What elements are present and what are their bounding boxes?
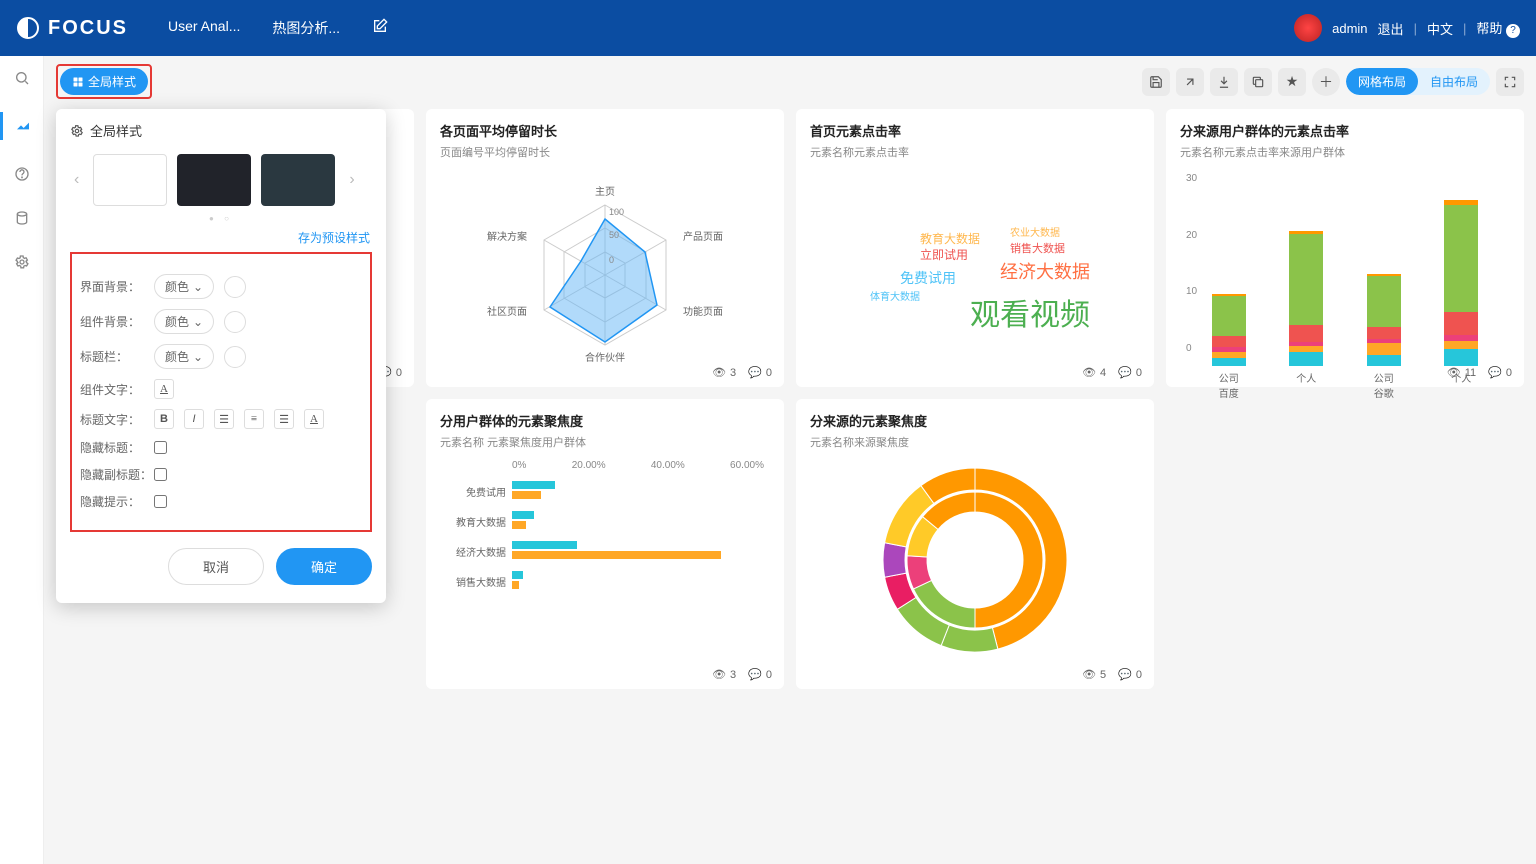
page-bg-swatch[interactable] xyxy=(224,276,246,298)
top-bar: FOCUS User Anal... 热图分析... admin 退出 | 中文… xyxy=(0,0,1536,56)
titlebar-select[interactable]: 颜色 ⌄ xyxy=(154,344,214,369)
global-style-highlight: 全局样式 xyxy=(56,64,152,99)
svg-text:100: 100 xyxy=(609,207,624,217)
svg-text:合作伙伴: 合作伙伴 xyxy=(585,351,625,364)
theme-light[interactable] xyxy=(93,154,167,206)
widget-bg-select[interactable]: 颜色 ⌄ xyxy=(154,309,214,334)
hide-subtitle-checkbox[interactable] xyxy=(154,468,167,481)
gear-icon xyxy=(70,124,84,138)
layout-free[interactable]: 自由布局 xyxy=(1418,68,1490,95)
title-font-color-icon[interactable]: A xyxy=(304,409,324,429)
theme-prev[interactable]: ‹ xyxy=(70,167,83,193)
page-bg-select[interactable]: 颜色 ⌄ xyxy=(154,274,214,299)
tab-heatmap[interactable]: 热图分析... xyxy=(272,18,340,38)
hbar-chart: 0%20.00%40.00%60.00% 免费试用 教育大数据 经济大数据 销售… xyxy=(440,450,770,627)
svg-text:功能页面: 功能页面 xyxy=(683,305,723,318)
align-left-icon[interactable]: ☰ xyxy=(214,409,234,429)
hide-hint-checkbox[interactable] xyxy=(154,495,167,508)
global-style-button[interactable]: 全局样式 xyxy=(60,68,148,95)
theme-next[interactable]: › xyxy=(345,167,358,193)
svg-text:0: 0 xyxy=(609,255,614,265)
theme-dark2[interactable] xyxy=(261,154,335,206)
svg-text:社区页面: 社区页面 xyxy=(487,305,527,318)
stacked-bar-chart: 0102030公司百度个人公司谷歌个人 xyxy=(1180,166,1510,366)
dashboard-grid: 0% 免费试用 教育大数据 经济大数据 销售大数据 👁 2💬 0 各页面平均停留… xyxy=(56,109,1524,689)
align-right-icon[interactable]: ☰ xyxy=(274,409,294,429)
copy-icon[interactable] xyxy=(1244,68,1272,96)
help-icon[interactable] xyxy=(12,164,32,184)
style-form-highlight: 界面背景：颜色 ⌄ 组件背景：颜色 ⌄ 标题栏：颜色 ⌄ 组件文字：A 标题文字… xyxy=(70,252,372,532)
tab-user-analysis[interactable]: User Anal... xyxy=(168,18,240,38)
save-icon[interactable] xyxy=(1142,68,1170,96)
star-icon[interactable]: ★ xyxy=(1278,68,1306,96)
data-icon[interactable] xyxy=(12,208,32,228)
card-wordcloud[interactable]: 首页元素点击率 元素名称元素点击率 观看视频经济大数据免费试用立即试用教育大数据… xyxy=(796,109,1154,387)
italic-icon[interactable]: I xyxy=(184,409,204,429)
ok-button[interactable]: 确定 xyxy=(276,548,372,585)
panel-title: 全局样式 xyxy=(70,121,372,140)
svg-text:解决方案: 解决方案 xyxy=(487,230,527,243)
logo-icon xyxy=(16,16,40,40)
layout-toggle: 网格布局 自由布局 xyxy=(1346,68,1490,95)
save-preset-link[interactable]: 存为预设样式 xyxy=(70,229,370,246)
edit-icon[interactable] xyxy=(372,18,388,38)
card-donut[interactable]: 分来源的元素聚焦度 元素名称来源聚焦度 👁 5💬 0 xyxy=(796,399,1154,689)
download-icon[interactable] xyxy=(1210,68,1238,96)
username: admin xyxy=(1332,21,1367,36)
logout-link[interactable]: 退出 xyxy=(1378,19,1404,38)
toolbar: 全局样式 ★ ＋ 网格布局 自由布局 xyxy=(56,64,1524,99)
search-icon[interactable] xyxy=(12,68,32,88)
svg-text:50: 50 xyxy=(609,230,619,240)
fullscreen-icon[interactable] xyxy=(1496,68,1524,96)
bold-icon[interactable]: B xyxy=(154,409,174,429)
header-tabs: User Anal... 热图分析... xyxy=(168,18,388,38)
svg-text:主页: 主页 xyxy=(595,186,615,198)
widget-bg-swatch[interactable] xyxy=(224,311,246,333)
card-radar[interactable]: 各页面平均停留时长 页面编号平均停留时长 主页 产品页面 功能页面 合作伙伴 社… xyxy=(426,109,784,387)
help-link[interactable]: 帮助 ? xyxy=(1476,18,1520,38)
add-icon[interactable]: ＋ xyxy=(1312,68,1340,96)
card-hbar[interactable]: 分用户群体的元素聚焦度 元素名称 元素聚焦度用户群体 0%20.00%40.00… xyxy=(426,399,784,689)
donut-chart xyxy=(810,450,1140,688)
dashboard-icon[interactable] xyxy=(0,112,44,140)
font-color-icon[interactable]: A xyxy=(154,379,174,399)
settings-icon[interactable] xyxy=(12,252,32,272)
align-center-icon[interactable]: ≡ xyxy=(244,409,264,429)
cancel-button[interactable]: 取消 xyxy=(168,548,264,585)
svg-text:产品页面: 产品页面 xyxy=(683,230,723,243)
wordcloud-chart: 观看视频经济大数据免费试用立即试用教育大数据销售大数据农业大数据体育大数据 xyxy=(810,190,1140,340)
side-rail xyxy=(0,56,44,864)
card-stackbar[interactable]: 分来源用户群体的元素点击率 元素名称元素点击率来源用户群体 0102030公司百… xyxy=(1166,109,1524,387)
radar-chart: 主页 产品页面 功能页面 合作伙伴 社区页面 解决方案 100 50 0 xyxy=(485,170,725,370)
chevron-down-icon: ⌄ xyxy=(193,280,203,294)
avatar[interactable] xyxy=(1294,14,1322,42)
brand-logo: FOCUS xyxy=(16,16,128,40)
hide-title-checkbox[interactable] xyxy=(154,441,167,454)
titlebar-swatch[interactable] xyxy=(224,346,246,368)
share-icon[interactable] xyxy=(1176,68,1204,96)
lang-toggle[interactable]: 中文 xyxy=(1427,19,1453,38)
global-style-panel: 全局样式 ‹ › ● ○ 存为预设样式 界面背景：颜色 ⌄ 组件背景：颜色 ⌄ … xyxy=(56,109,386,603)
theme-dark1[interactable] xyxy=(177,154,251,206)
layout-grid[interactable]: 网格布局 xyxy=(1346,68,1418,95)
